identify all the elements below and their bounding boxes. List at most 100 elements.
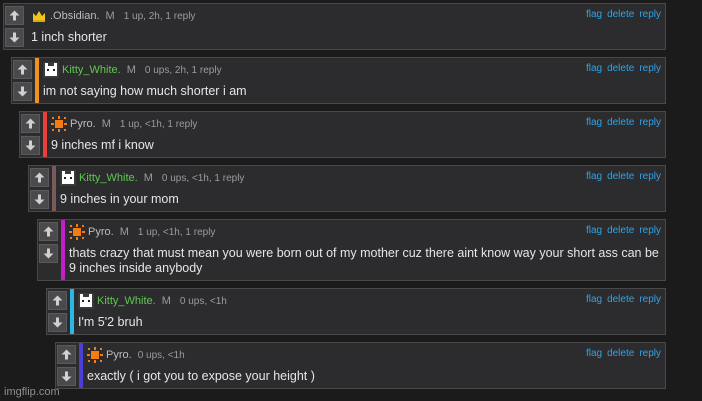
arrow-up-icon (52, 295, 63, 306)
downvote-button[interactable] (30, 190, 49, 209)
downvote-button[interactable] (13, 82, 32, 101)
pixel-cat-icon[interactable] (78, 293, 94, 309)
delete-link[interactable]: delete (607, 348, 634, 359)
comment-text: 9 inches in your mom (60, 192, 179, 206)
delete-link[interactable]: delete (607, 63, 634, 74)
upvote-button[interactable] (13, 60, 32, 79)
username[interactable]: Kitty_White. (97, 295, 156, 307)
arrow-down-icon (17, 86, 28, 97)
crown-icon[interactable] (31, 8, 47, 24)
comment-stats: 0 ups, <1h (137, 349, 185, 361)
arrow-up-icon (34, 172, 45, 183)
comment-actions: flag delete reply (586, 117, 661, 128)
arrow-down-icon (9, 32, 20, 43)
delete-link[interactable]: delete (607, 225, 634, 236)
reply-link[interactable]: reply (639, 171, 661, 182)
upvote-button[interactable] (5, 6, 24, 25)
arrow-down-icon (52, 317, 63, 328)
comment-text: I'm 5'2 bruh (78, 315, 143, 329)
downvote-button[interactable] (57, 367, 76, 386)
comment-actions: flag delete reply (586, 294, 661, 305)
pixel-cat-icon[interactable] (60, 170, 76, 186)
comment-meta: .Obsidian. M 1 up, 2h, 1 reply (31, 8, 195, 24)
comment-text: 9 inches mf i know (51, 138, 154, 152)
comment-stats: 0 ups, <1h, 1 reply (161, 172, 245, 184)
downvote-button[interactable] (21, 136, 40, 155)
comment: Kitty_White. M 0 ups, <1h flag delete re… (46, 288, 666, 335)
vote-column (20, 112, 42, 157)
upvote-button[interactable] (39, 222, 58, 241)
pixel-sun-icon[interactable] (87, 347, 103, 363)
arrow-down-icon (43, 248, 54, 259)
thread-depth-bar (61, 220, 65, 280)
upvote-button[interactable] (21, 114, 40, 133)
comment-actions: flag delete reply (586, 63, 661, 74)
upvote-button[interactable] (57, 345, 76, 364)
flag-link[interactable]: flag (586, 294, 602, 305)
arrow-down-icon (61, 371, 72, 382)
comment-meta: Kitty_White. M 0 ups, 2h, 1 reply (43, 62, 222, 78)
comment-stats: 1 up, 2h, 1 reply (123, 10, 196, 22)
vote-column (4, 4, 26, 49)
thread-depth-bar (35, 58, 39, 103)
comment-text: im not saying how much shorter i am (43, 84, 247, 98)
pixel-cat-icon[interactable] (43, 62, 59, 78)
reply-link[interactable]: reply (639, 348, 661, 359)
delete-link[interactable]: delete (607, 294, 634, 305)
mod-badge: M (101, 118, 111, 130)
comment-meta: Pyro. M 1 up, <1h, 1 reply (51, 116, 197, 132)
username[interactable]: Pyro. (106, 349, 132, 361)
arrow-up-icon (43, 226, 54, 237)
vote-column (56, 343, 78, 388)
arrow-down-icon (25, 140, 36, 151)
username[interactable]: Kitty_White. (62, 64, 121, 76)
comment: Kitty_White. M 0 ups, 2h, 1 reply flag d… (11, 57, 666, 104)
thread-depth-bar (43, 112, 47, 157)
upvote-button[interactable] (30, 168, 49, 187)
downvote-button[interactable] (48, 313, 67, 332)
reply-link[interactable]: reply (639, 9, 661, 20)
comment: Kitty_White. M 0 ups, <1h, 1 reply flag … (28, 165, 666, 212)
comment-actions: flag delete reply (586, 9, 661, 20)
arrow-up-icon (25, 118, 36, 129)
pixel-sun-icon[interactable] (51, 116, 67, 132)
comment-meta: Kitty_White. M 0 ups, <1h (78, 293, 227, 309)
comment-meta: Pyro. 0 ups, <1h (87, 347, 185, 363)
flag-link[interactable]: flag (586, 117, 602, 128)
flag-link[interactable]: flag (586, 9, 602, 20)
comment-actions: flag delete reply (586, 348, 661, 359)
vote-column (12, 58, 34, 103)
pixel-sun-icon[interactable] (69, 224, 85, 240)
username[interactable]: .Obsidian. (50, 10, 100, 22)
flag-link[interactable]: flag (586, 63, 602, 74)
flag-link[interactable]: flag (586, 348, 602, 359)
comment-text: exactly ( i got you to expose your heigh… (87, 369, 315, 383)
thread-depth-bar (70, 289, 74, 334)
comment-stats: 1 up, <1h, 1 reply (137, 226, 216, 238)
upvote-button[interactable] (48, 291, 67, 310)
delete-link[interactable]: delete (607, 117, 634, 128)
delete-link[interactable]: delete (607, 9, 634, 20)
username[interactable]: Pyro. (88, 226, 114, 238)
reply-link[interactable]: reply (639, 63, 661, 74)
flag-link[interactable]: flag (586, 225, 602, 236)
comment-actions: flag delete reply (586, 225, 661, 236)
downvote-button[interactable] (39, 244, 58, 263)
comment-thread: .Obsidian. M 1 up, 2h, 1 reply flag dele… (0, 0, 702, 401)
thread-depth-bar (79, 343, 83, 388)
username[interactable]: Pyro. (70, 118, 96, 130)
comment-text: thats crazy that must mean you were born… (69, 246, 659, 275)
reply-link[interactable]: reply (639, 117, 661, 128)
delete-link[interactable]: delete (607, 171, 634, 182)
mod-badge: M (119, 226, 129, 238)
mod-badge: M (143, 172, 153, 184)
downvote-button[interactable] (5, 28, 24, 47)
mod-badge: M (161, 295, 171, 307)
reply-link[interactable]: reply (639, 225, 661, 236)
username[interactable]: Kitty_White. (79, 172, 138, 184)
reply-link[interactable]: reply (639, 294, 661, 305)
arrow-up-icon (17, 64, 28, 75)
flag-link[interactable]: flag (586, 171, 602, 182)
mod-badge: M (105, 10, 115, 22)
arrow-down-icon (34, 194, 45, 205)
